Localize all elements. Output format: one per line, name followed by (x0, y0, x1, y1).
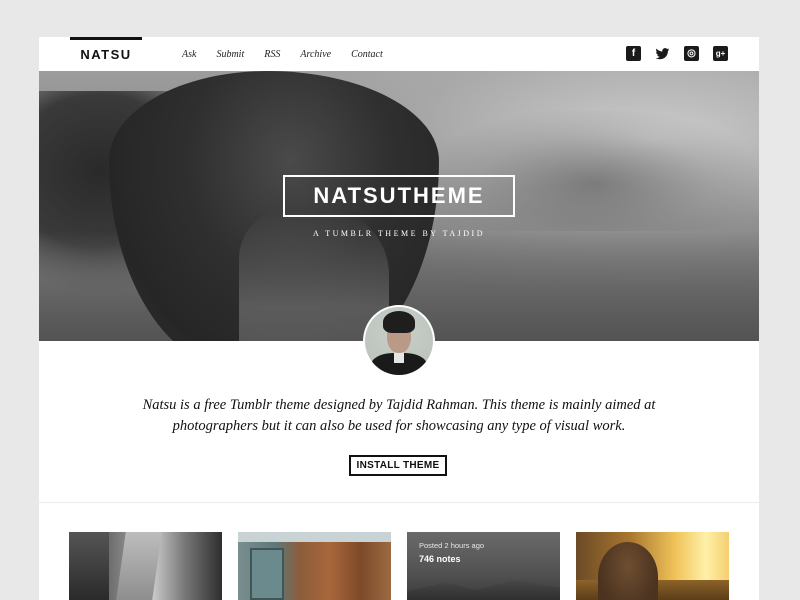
section-divider (39, 502, 759, 503)
post-notes-count[interactable]: 746 notes (419, 554, 548, 564)
twitter-bird-glyph (655, 48, 670, 60)
social-links: f ◎ g+ (626, 46, 728, 61)
header: NATSU Ask Submit RSS Archive Contact f ◎… (39, 37, 759, 71)
google-plus-icon[interactable]: g+ (713, 46, 728, 61)
avatar-photo (365, 307, 433, 375)
instagram-icon[interactable]: ◎ (684, 46, 699, 61)
post-thumbnail-house[interactable] (238, 532, 391, 600)
hero-subtitle: A TUMBLR THEME BY TAJDID (313, 229, 485, 238)
nav-link-contact[interactable]: Contact (351, 49, 383, 60)
post-timestamp: Posted 2 hours ago (419, 541, 485, 550)
sunset-person (598, 542, 658, 600)
site-logo[interactable]: NATSU (70, 37, 142, 71)
mountain-silhouette (407, 580, 560, 600)
page: NATSU Ask Submit RSS Archive Contact f ◎… (39, 37, 759, 600)
main-nav: Ask Submit RSS Archive Contact (182, 37, 406, 71)
nav-link-submit[interactable]: Submit (216, 49, 244, 60)
street-buildings (69, 532, 109, 600)
hero-title: NATSUTHEME (283, 175, 515, 217)
avatar-hair (383, 311, 415, 333)
intro-text: Natsu is a free Tumblr theme designed by… (142, 397, 656, 434)
avatar[interactable] (363, 305, 435, 377)
post-thumbnail-sunset[interactable] (576, 532, 729, 600)
hero-banner: NATSUTHEME A TUMBLR THEME BY TAJDID (39, 71, 759, 341)
twitter-icon[interactable] (655, 46, 670, 61)
nav-link-ask[interactable]: Ask (182, 49, 196, 60)
nav-link-rss[interactable]: RSS (264, 49, 280, 60)
post-thumbnail-street[interactable] (69, 532, 222, 600)
install-theme-button[interactable]: INSTALL THEME (349, 455, 447, 476)
house-roof (238, 532, 391, 542)
nav-link-archive[interactable]: Archive (300, 49, 331, 60)
facebook-icon[interactable]: f (626, 46, 641, 61)
house-door (250, 548, 284, 600)
post-thumbnail-mountain[interactable]: Posted 2 hours ago 746 notes (407, 532, 560, 600)
street-road (116, 532, 162, 600)
